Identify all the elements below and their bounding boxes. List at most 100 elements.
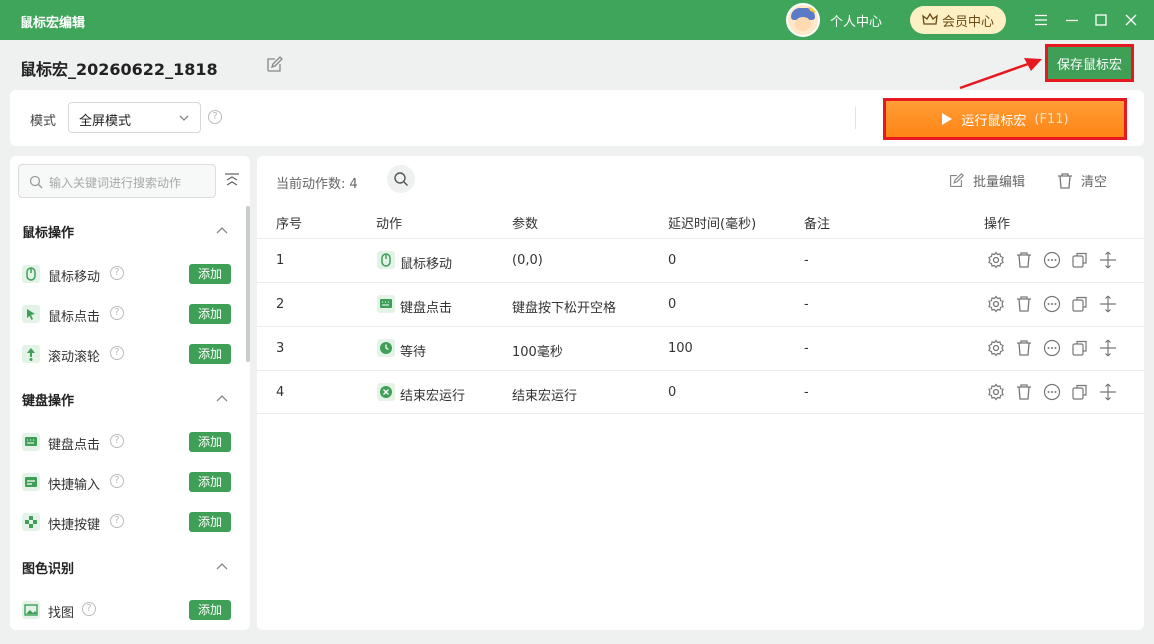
search-icon	[394, 172, 408, 186]
edit-icon[interactable]	[264, 55, 284, 75]
item-label: 鼠标移动	[48, 270, 101, 285]
action-count: 当前动作数: 4	[276, 173, 358, 192]
row-delay: 0	[668, 253, 677, 268]
row-param: (0,0)	[512, 253, 543, 268]
macro-header: 鼠标宏_20260622_1818 保存鼠标宏	[0, 40, 1154, 90]
clear-button[interactable]: 清空	[1057, 171, 1107, 190]
run-hotkey: (F11)	[1034, 111, 1069, 127]
row-index: 2	[276, 297, 285, 312]
row-delay: 100	[668, 341, 693, 356]
sidebar-item-scroll-wheel[interactable]: 滚动滚轮 ? 添加	[10, 338, 246, 368]
chevron-up-icon[interactable]	[215, 224, 229, 238]
table-row[interactable]: 3 等待 100毫秒 100 -	[257, 326, 1144, 370]
add-button[interactable]: 添加	[189, 472, 231, 492]
help-icon[interactable]: ?	[110, 514, 124, 528]
drag-handle-icon[interactable]	[1099, 339, 1117, 357]
copy-icon[interactable]	[1071, 339, 1089, 357]
copy-icon[interactable]	[1071, 383, 1089, 401]
copy-icon[interactable]	[1071, 295, 1089, 313]
help-icon[interactable]: ?	[110, 346, 124, 360]
sidebar-item-find-image[interactable]: 找图 ? 添加	[10, 594, 246, 624]
add-button[interactable]: 添加	[189, 264, 231, 284]
more-icon[interactable]	[1043, 251, 1061, 269]
vip-center-label: 会员中心	[941, 14, 994, 30]
row-note: -	[804, 297, 809, 312]
drag-handle-icon[interactable]	[1099, 251, 1117, 269]
copy-icon[interactable]	[1071, 251, 1089, 269]
delete-icon[interactable]	[1015, 339, 1033, 357]
minimize-icon[interactable]	[1062, 10, 1082, 30]
edit-icon	[950, 172, 965, 187]
user-avatar[interactable]	[786, 3, 820, 37]
add-button[interactable]: 添加	[189, 512, 231, 532]
table-row[interactable]: 2 键盘点击 键盘按下松开空格 0 -	[257, 282, 1144, 326]
settings-icon[interactable]	[987, 339, 1005, 357]
add-button[interactable]: 添加	[189, 432, 231, 452]
keyboard-icon	[22, 433, 40, 451]
sidebar-item-mouse-move[interactable]: 鼠标移动 ? 添加	[10, 258, 246, 288]
help-icon[interactable]: ?	[208, 110, 222, 124]
settings-icon[interactable]	[987, 295, 1005, 313]
help-icon[interactable]: ?	[110, 306, 124, 320]
drag-handle-icon[interactable]	[1099, 383, 1117, 401]
chevron-up-icon[interactable]	[215, 392, 229, 406]
add-button[interactable]: 添加	[189, 304, 231, 324]
mode-select-value: 全屏模式	[79, 114, 132, 129]
image-icon	[22, 601, 40, 619]
row-index: 4	[276, 385, 285, 400]
batch-edit-button[interactable]: 批量编辑	[947, 171, 1025, 190]
sidebar-item-key-click[interactable]: 键盘点击 ? 添加	[10, 426, 246, 456]
mode-select[interactable]: 全屏模式	[68, 102, 201, 133]
row-action: 鼠标移动	[400, 257, 453, 272]
clear-label: 清空	[1081, 175, 1108, 190]
table-search-button[interactable]	[387, 165, 415, 193]
close-icon[interactable]	[1121, 10, 1141, 30]
delete-icon[interactable]	[1015, 295, 1033, 313]
help-icon[interactable]: ?	[110, 266, 124, 280]
action-list-panel: 当前动作数: 4 批量编辑 清空 序号 动作 参数 延迟时间(毫秒) 备注 操作 …	[257, 156, 1144, 630]
help-icon[interactable]: ?	[110, 474, 124, 488]
add-button[interactable]: 添加	[189, 600, 231, 620]
more-icon[interactable]	[1043, 383, 1061, 401]
menu-icon[interactable]	[1031, 10, 1051, 30]
row-delay: 0	[668, 385, 677, 400]
add-button[interactable]: 添加	[189, 344, 231, 364]
row-delay: 0	[668, 297, 677, 312]
more-icon[interactable]	[1043, 339, 1061, 357]
item-label: 滚动滚轮	[48, 350, 101, 365]
header-action: 动作	[376, 217, 403, 232]
settings-icon[interactable]	[987, 251, 1005, 269]
help-icon[interactable]: ?	[82, 602, 96, 616]
item-label: 快捷按键	[48, 518, 101, 533]
maximize-icon[interactable]	[1091, 10, 1111, 30]
sidebar-item-quick-input[interactable]: 快捷输入 ? 添加	[10, 466, 246, 496]
action-search-input[interactable]: 输入关键词进行搜索动作	[18, 164, 216, 198]
item-label: 鼠标点击	[48, 310, 101, 325]
action-search-placeholder: 输入关键词进行搜索动作	[49, 176, 182, 190]
item-label: 键盘点击	[48, 438, 101, 453]
drag-handle-icon[interactable]	[1099, 295, 1117, 313]
vip-center-button[interactable]: 会员中心	[910, 6, 1006, 34]
batch-edit-label: 批量编辑	[973, 175, 1026, 190]
row-ops	[987, 251, 1117, 269]
collapse-all-icon[interactable]	[224, 172, 240, 188]
sidebar-item-mouse-click[interactable]: 鼠标点击 ? 添加	[10, 298, 246, 328]
chevron-up-icon[interactable]	[215, 560, 229, 574]
help-icon[interactable]: ?	[110, 434, 124, 448]
delete-icon[interactable]	[1015, 383, 1033, 401]
sidebar-scrollbar[interactable]	[246, 206, 250, 362]
group-title: 图色识别	[22, 562, 75, 577]
row-param: 键盘按下松开空格	[512, 301, 617, 316]
row-index: 3	[276, 341, 285, 356]
run-macro-button[interactable]: 运行鼠标宏 (F11)	[883, 98, 1127, 140]
table-row[interactable]: 1 鼠标移动 (0,0) 0 -	[257, 238, 1144, 282]
table-row[interactable]: 4 结束宏运行 结束宏运行 0 -	[257, 370, 1144, 414]
quick-input-icon	[22, 473, 40, 491]
settings-icon[interactable]	[987, 383, 1005, 401]
delete-icon[interactable]	[1015, 251, 1033, 269]
personal-center-link[interactable]: 个人中心	[830, 11, 882, 30]
save-macro-button[interactable]: 保存鼠标宏	[1045, 44, 1134, 82]
row-action: 结束宏运行	[400, 389, 466, 404]
sidebar-item-hotkey[interactable]: 快捷按键 ? 添加	[10, 506, 246, 536]
more-icon[interactable]	[1043, 295, 1061, 313]
